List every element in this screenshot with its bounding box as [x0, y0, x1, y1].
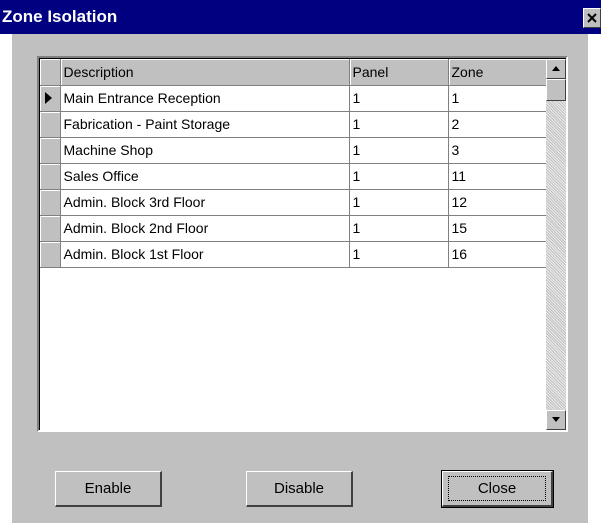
table-row[interactable]: Admin. Block 2nd Floor 1 15 [40, 215, 549, 242]
enable-button[interactable]: Enable [55, 471, 162, 507]
cell-description[interactable]: Admin. Block 1st Floor [60, 241, 350, 268]
cell-description[interactable]: Fabrication - Paint Storage [60, 111, 350, 138]
cell-zone[interactable]: 2 [448, 111, 549, 138]
zone-grid: Description Panel Zone Main Entrance Rec… [37, 56, 568, 432]
cell-panel[interactable]: 1 [349, 137, 449, 164]
cell-zone[interactable]: 16 [448, 241, 549, 268]
cell-description[interactable]: Machine Shop [60, 137, 350, 164]
table-row[interactable]: Machine Shop 1 3 [40, 137, 549, 164]
dialog-body: Description Panel Zone Main Entrance Rec… [12, 34, 588, 523]
cell-description[interactable]: Admin. Block 3rd Floor [60, 189, 350, 216]
column-header-description[interactable]: Description [60, 59, 350, 86]
title-bar[interactable]: Zone Isolation [0, 0, 601, 34]
disable-button[interactable]: Disable [246, 471, 353, 507]
cell-description[interactable]: Admin. Block 2nd Floor [60, 215, 350, 242]
header-corner [40, 59, 61, 86]
cell-zone[interactable]: 1 [448, 85, 549, 112]
scroll-up-button[interactable] [546, 59, 566, 79]
zone-grid-inner: Description Panel Zone Main Entrance Rec… [39, 58, 566, 430]
cell-panel[interactable]: 1 [349, 241, 449, 268]
vertical-scrollbar[interactable] [546, 59, 566, 430]
table-row[interactable]: Fabrication - Paint Storage 1 2 [40, 111, 549, 138]
table-row[interactable]: Main Entrance Reception 1 1 [40, 85, 549, 112]
cell-panel[interactable]: 1 [349, 163, 449, 190]
row-selector[interactable] [40, 241, 61, 268]
arrow-up-icon [552, 66, 560, 71]
cell-description[interactable]: Main Entrance Reception [60, 85, 350, 112]
arrow-down-icon [552, 417, 560, 422]
table-row[interactable]: Admin. Block 1st Floor 1 16 [40, 241, 549, 268]
zone-table-body: Main Entrance Reception 1 1 Fabrication - P… [40, 85, 549, 268]
cell-zone[interactable]: 12 [448, 189, 549, 216]
row-selector[interactable] [40, 111, 61, 138]
row-selector[interactable] [40, 163, 61, 190]
cell-panel[interactable]: 1 [349, 215, 449, 242]
cell-panel[interactable]: 1 [349, 189, 449, 216]
cell-zone[interactable]: 15 [448, 215, 549, 242]
column-header-panel[interactable]: Panel [349, 59, 449, 86]
close-button-label: Close [477, 480, 517, 497]
cell-panel[interactable]: 1 [349, 85, 449, 112]
cell-zone[interactable]: 3 [448, 137, 549, 164]
header-row: Description Panel Zone [40, 59, 549, 86]
row-selector[interactable] [40, 189, 61, 216]
current-row-arrow-icon [45, 92, 52, 104]
table-row[interactable]: Admin. Block 3rd Floor 1 12 [40, 189, 549, 216]
zone-table: Description Panel Zone Main Entrance Rec… [40, 59, 549, 268]
close-icon [587, 13, 597, 23]
row-selector[interactable] [40, 137, 61, 164]
column-header-zone[interactable]: Zone [448, 59, 549, 86]
row-selector[interactable] [40, 215, 61, 242]
window-title: Zone Isolation [2, 7, 118, 26]
cell-description[interactable]: Sales Office [60, 163, 350, 190]
scroll-thumb[interactable] [546, 79, 566, 101]
zone-isolation-window: Zone Isolation Description Panel Zone Ma… [0, 0, 601, 523]
close-window-button[interactable] [583, 8, 601, 28]
scroll-down-button[interactable] [546, 410, 566, 430]
cell-zone[interactable]: 11 [448, 163, 549, 190]
cell-panel[interactable]: 1 [349, 111, 449, 138]
row-selector[interactable] [40, 85, 61, 112]
table-row[interactable]: Sales Office 1 11 [40, 163, 549, 190]
close-button[interactable]: Close [441, 470, 554, 508]
